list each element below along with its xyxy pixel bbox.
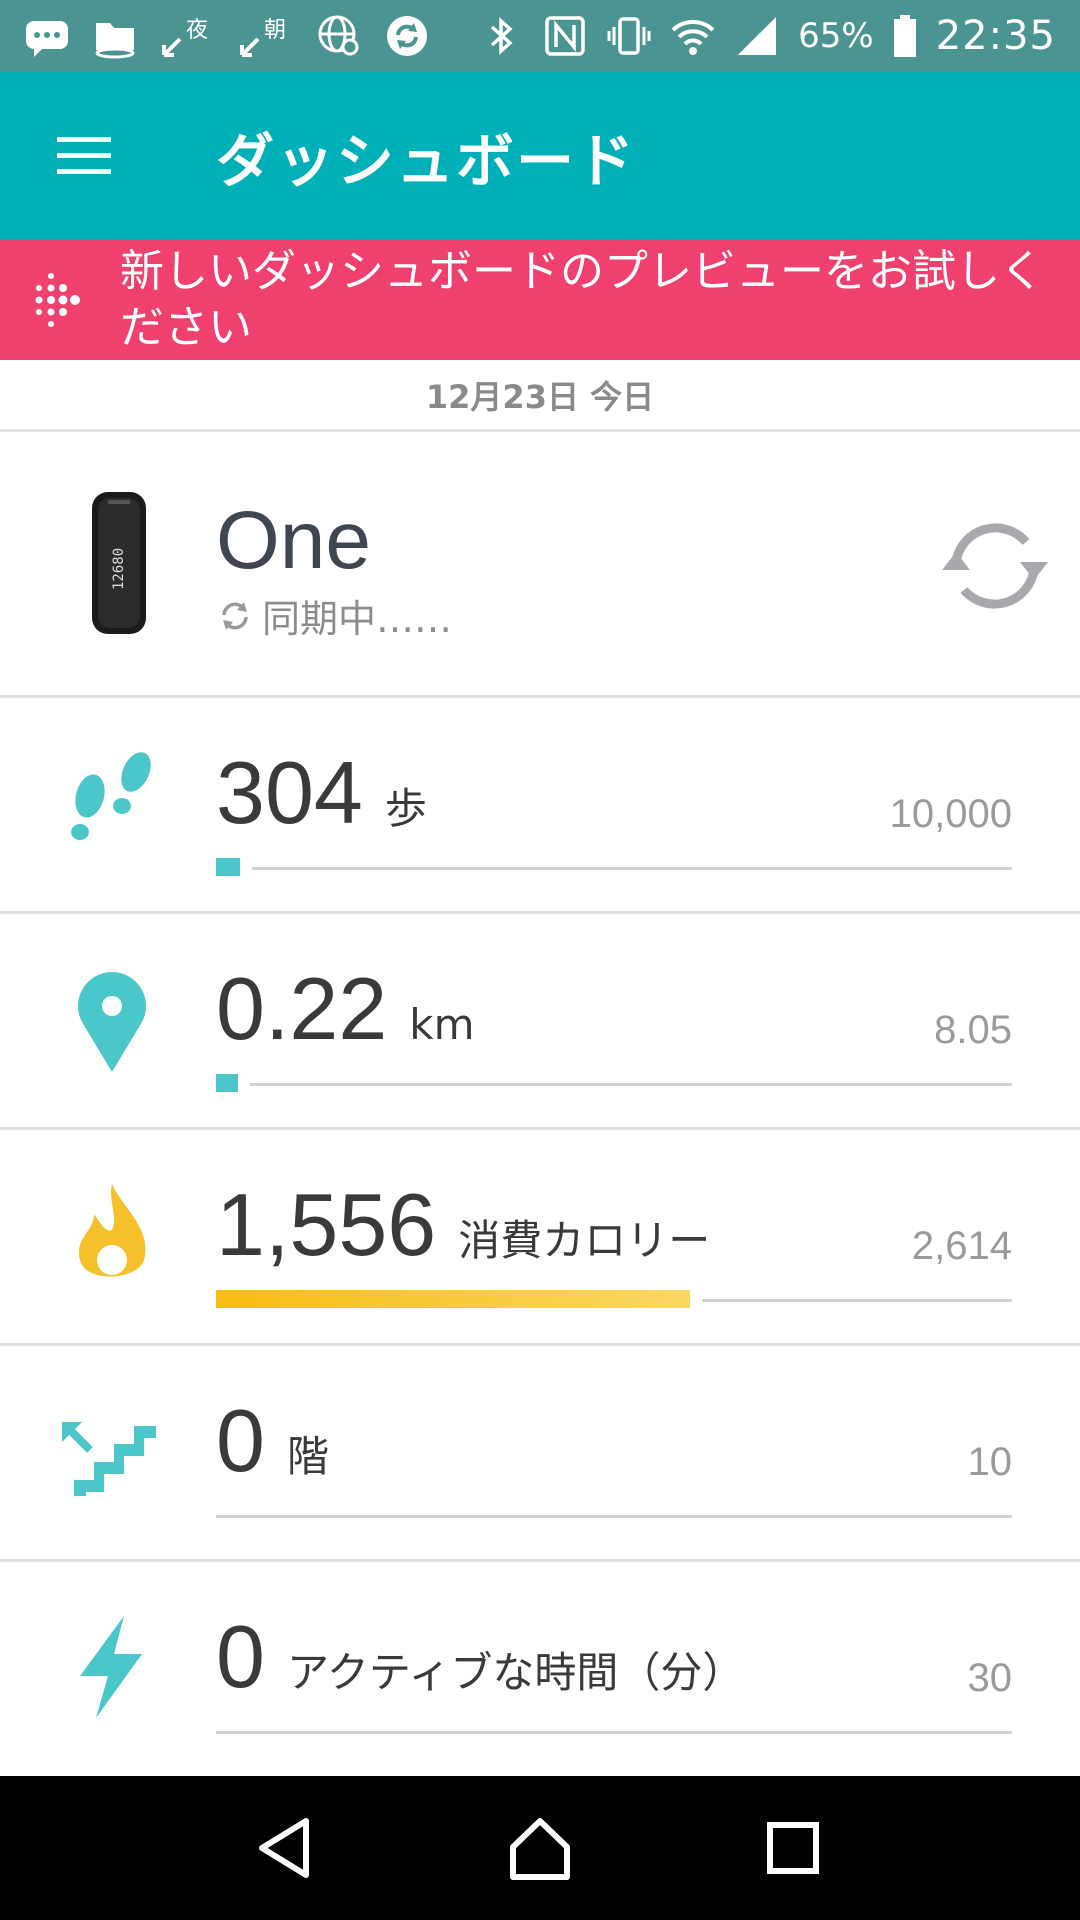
- calories-row[interactable]: 1,556 消費カロリー 2,614: [0, 1130, 1080, 1346]
- sync-button[interactable]: [940, 516, 1050, 616]
- tracker-device-image: 12680: [92, 492, 146, 634]
- active-minutes-unit: アクティブな時間（分）: [286, 1648, 745, 1697]
- lightning-icon: [80, 1616, 142, 1718]
- clock: 22:35: [935, 13, 1056, 59]
- flame-icon: [78, 1184, 146, 1277]
- sync-icon: [384, 13, 430, 59]
- calories-goal: 2,614: [911, 1224, 1012, 1268]
- system-navigation-bar: [0, 1776, 1080, 1920]
- night-label: 夜: [186, 18, 208, 43]
- active-minutes-value: 0: [216, 1607, 265, 1706]
- active-minutes-progress-track: [216, 1731, 1012, 1734]
- footsteps-icon: [71, 752, 151, 840]
- vibrate-icon: [606, 13, 652, 59]
- active-minutes-goal: 30: [967, 1656, 1013, 1700]
- steps-progress-fill: [216, 858, 240, 876]
- bluetooth-icon: [478, 13, 524, 59]
- steps-row[interactable]: 304 歩 10,000: [0, 698, 1080, 914]
- calories-progress-bar: [216, 1290, 1012, 1312]
- tracker-display-steps: 12680: [111, 548, 127, 590]
- home-icon: [509, 1818, 570, 1880]
- floors-unit: 階: [286, 1432, 329, 1481]
- date-text: 12月23日 今日: [425, 377, 655, 416]
- floors-progress-track: [216, 1515, 1012, 1518]
- status-bar: 夜 朝 65% 22:35: [0, 0, 1080, 72]
- date-label: 12月23日 今日: [0, 360, 1080, 432]
- calories-progress-track: [702, 1299, 1012, 1302]
- chat-bubble-icon: [24, 13, 70, 59]
- status-icons-left: 夜 朝: [24, 13, 430, 59]
- new-dashboard-preview-banner[interactable]: 新しいダッシュボードのプレビューをお試しください: [0, 240, 1080, 360]
- calories-value: 1,556: [216, 1175, 437, 1274]
- signal-icon: [734, 13, 780, 59]
- floors-progress-bar: [216, 1506, 1012, 1528]
- floors-row[interactable]: 0 階 10: [0, 1346, 1080, 1562]
- morning-mode-icon: 朝: [238, 13, 294, 59]
- banner-text: 新しいダッシュボードのプレビューをお試しください: [120, 246, 1044, 353]
- battery-percentage: 65%: [798, 16, 874, 56]
- calories-unit: 消費カロリー: [458, 1216, 711, 1265]
- sync-status-text: 同期中……: [262, 597, 453, 641]
- menu-button[interactable]: [0, 72, 168, 240]
- night-mode-icon: 夜: [160, 13, 216, 59]
- morning-label: 朝: [264, 18, 286, 43]
- active-minutes-row[interactable]: 0 アクティブな時間（分） 30: [0, 1562, 1080, 1778]
- battery-icon: [892, 13, 918, 59]
- status-icons-right: 65% 22:35: [478, 13, 1056, 59]
- fitbit-logo-icon: [0, 240, 120, 360]
- distance-progress-fill: [216, 1074, 238, 1092]
- page-title: ダッシュボード: [216, 127, 637, 195]
- recents-button[interactable]: [738, 1793, 848, 1903]
- floors-goal: 10: [967, 1440, 1013, 1484]
- floors-value: 0: [216, 1391, 265, 1490]
- steps-unit: 歩: [384, 784, 427, 833]
- nfc-icon: [542, 13, 588, 59]
- distance-row[interactable]: 0.22 km 8.05: [0, 914, 1080, 1130]
- back-button[interactable]: [232, 1793, 342, 1903]
- home-button[interactable]: [485, 1793, 595, 1903]
- back-icon: [258, 1818, 309, 1878]
- steps-progress-track: [252, 867, 1012, 870]
- distance-unit: km: [409, 1000, 475, 1049]
- sync-status: 同期中……: [216, 588, 452, 643]
- device-name: One: [216, 495, 371, 586]
- folder-icon: [92, 13, 138, 59]
- active-minutes-progress-bar: [216, 1722, 1012, 1744]
- steps-value: 304: [216, 743, 363, 842]
- steps-progress-bar: [216, 858, 1012, 880]
- stairs-icon: [62, 1422, 156, 1496]
- globe-search-icon: [316, 13, 362, 59]
- recents-icon: [767, 1822, 820, 1874]
- distance-progress-track: [250, 1083, 1012, 1086]
- wifi-icon: [670, 13, 716, 59]
- app-bar: ダッシュボード: [0, 72, 1080, 240]
- syncing-icon: [222, 601, 248, 630]
- distance-goal: 8.05: [934, 1008, 1012, 1052]
- distance-value: 0.22: [216, 959, 388, 1058]
- map-pin-icon: [78, 972, 146, 1072]
- calories-progress-fill: [216, 1290, 690, 1308]
- steps-goal: 10,000: [889, 792, 1012, 836]
- hamburger-menu-icon: [57, 137, 111, 174]
- device-row[interactable]: 12680 One 同期中……: [0, 432, 1080, 698]
- distance-progress-bar: [216, 1074, 1012, 1096]
